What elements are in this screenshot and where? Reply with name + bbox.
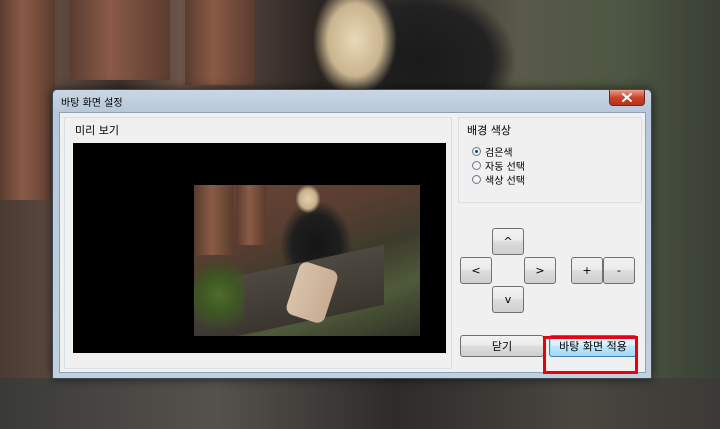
highlight-annotation-box — [543, 336, 638, 374]
radio-label: 검은색 — [485, 148, 513, 159]
wallpaper-pipe — [185, 0, 255, 85]
dialog-client-area: 미리 보기 배경 색상 검은색 자동 선택 색상 선택 ^ < > v + - … — [59, 112, 646, 373]
move-left-button[interactable]: < — [460, 257, 492, 284]
radio-label: 색상 선택 — [485, 176, 525, 187]
wallpaper-preview-image[interactable] — [194, 185, 420, 336]
preview-pipe — [236, 185, 266, 245]
preview-plants — [194, 255, 244, 336]
radio-button[interactable] — [472, 175, 481, 184]
preview-group-label: 미리 보기 — [73, 122, 121, 138]
zoom-in-button[interactable]: + — [571, 257, 603, 284]
preview-pipe — [194, 185, 234, 255]
radio-button[interactable] — [472, 147, 481, 156]
background-color-label: 배경 색상 — [465, 122, 513, 138]
radio-black[interactable]: 검은색 — [472, 144, 513, 159]
radio-auto-select[interactable]: 자동 선택 — [472, 158, 525, 173]
preview-canvas — [73, 143, 446, 353]
wallpaper-bench — [0, 378, 720, 429]
move-up-button[interactable]: ^ — [492, 228, 524, 255]
move-down-button[interactable]: v — [492, 286, 524, 313]
title-bar[interactable]: 바탕 화면 설정 — [53, 90, 651, 110]
wallpaper-pipe — [0, 0, 55, 200]
background-color-group: 배경 색상 검은색 자동 선택 색상 선택 — [458, 117, 642, 203]
close-button[interactable] — [609, 90, 645, 106]
radio-label: 자동 선택 — [485, 162, 525, 173]
zoom-out-button[interactable]: - — [603, 257, 635, 284]
move-right-button[interactable]: > — [524, 257, 556, 284]
window-title: 바탕 화면 설정 — [61, 98, 123, 109]
preview-group: 미리 보기 — [64, 117, 452, 369]
radio-button[interactable] — [472, 161, 481, 170]
wallpaper-pipe — [70, 0, 170, 80]
radio-color-select[interactable]: 색상 선택 — [472, 172, 525, 187]
close-icon — [622, 93, 632, 102]
close-dialog-button[interactable]: 닫기 — [460, 335, 544, 357]
